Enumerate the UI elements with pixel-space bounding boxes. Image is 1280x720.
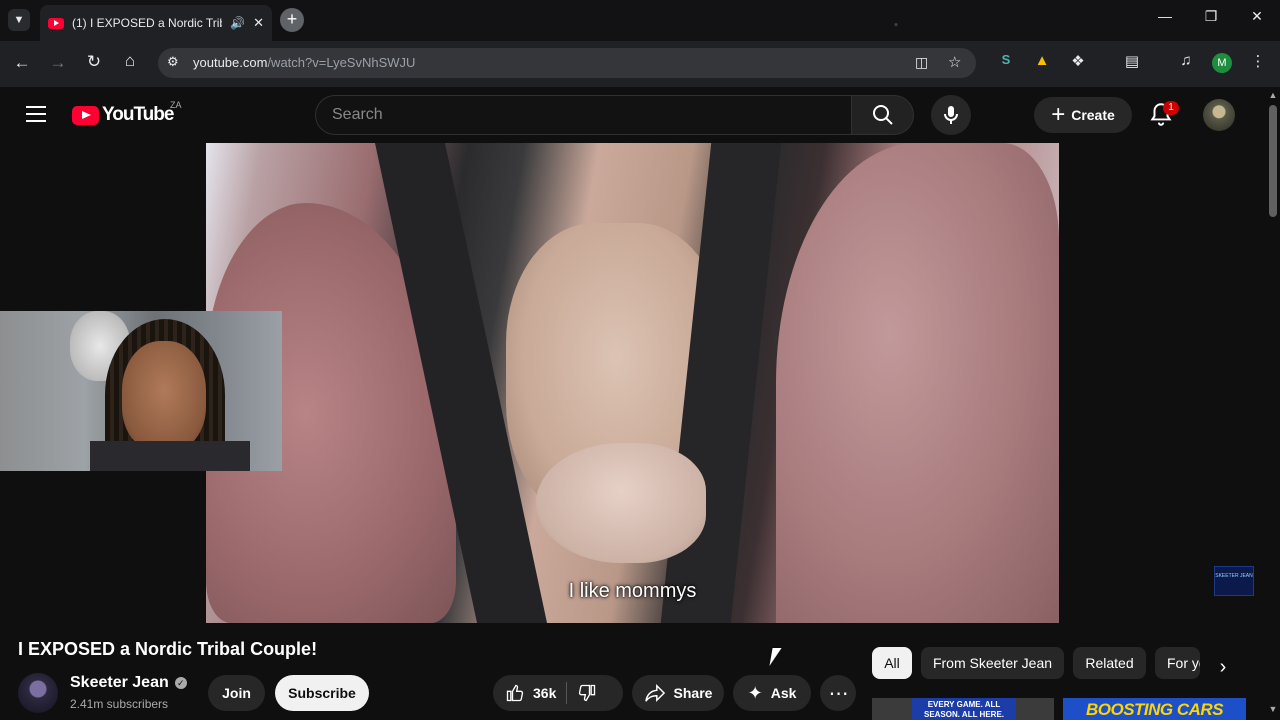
like-count: 36k bbox=[533, 685, 557, 701]
create-label: Create bbox=[1071, 107, 1115, 123]
minimize-icon[interactable]: — bbox=[1150, 8, 1180, 24]
channel-name[interactable]: Skeeter Jean bbox=[70, 674, 169, 692]
youtube-wordmark: YouTube bbox=[102, 104, 174, 125]
voice-search-button[interactable] bbox=[931, 95, 971, 135]
video-player[interactable] bbox=[206, 143, 1059, 623]
channel-avatar[interactable] bbox=[18, 673, 58, 713]
profile-avatar[interactable]: M bbox=[1212, 53, 1232, 73]
search-box[interactable] bbox=[315, 95, 852, 135]
home-icon[interactable]: ⌂ bbox=[118, 51, 142, 71]
address-bar[interactable]: ⚙ youtube.com/watch?v=LyeSvNhSWJU ◫ ☆ bbox=[158, 48, 976, 78]
video-frame-hand bbox=[536, 443, 706, 563]
account-avatar[interactable] bbox=[1203, 99, 1235, 131]
country-code: ZA bbox=[170, 100, 182, 110]
mouse-cursor bbox=[769, 648, 782, 666]
chip-related[interactable]: Related bbox=[1073, 647, 1146, 679]
chip-label: Related bbox=[1085, 655, 1134, 671]
verified-icon: ✓ bbox=[174, 677, 187, 689]
recommended-thumbnail[interactable]: EVERY GAME. ALL SEASON. ALL HERE. bbox=[872, 698, 1054, 720]
webcam-person-face bbox=[122, 341, 206, 451]
join-button[interactable]: Join bbox=[208, 675, 265, 711]
youtube-logo[interactable]: YouTube ZA bbox=[72, 100, 182, 126]
drive-icon[interactable]: ▲ bbox=[1031, 52, 1053, 69]
chip-label: All bbox=[884, 655, 900, 671]
reload-icon[interactable]: ↻ bbox=[82, 52, 106, 72]
plus-icon: + bbox=[1051, 101, 1066, 128]
scroll-up-arrow-icon[interactable]: ▲ bbox=[1267, 90, 1279, 100]
microphone-icon bbox=[944, 106, 958, 124]
thumbs-down-icon[interactable] bbox=[577, 683, 597, 703]
like-button[interactable]: 36k bbox=[505, 683, 556, 703]
forward-icon[interactable]: → bbox=[46, 53, 70, 73]
page-scrollbar[interactable] bbox=[1266, 87, 1280, 720]
install-app-icon[interactable]: ◫ bbox=[915, 54, 928, 71]
video-frame-right bbox=[776, 143, 1059, 623]
webcam-overlay bbox=[0, 311, 282, 471]
subscribe-button[interactable]: Subscribe bbox=[275, 675, 369, 711]
search-icon bbox=[873, 105, 893, 125]
url-text: youtube.com/watch?v=LyeSvNhSWJU bbox=[193, 55, 415, 70]
new-tab-button[interactable]: + bbox=[280, 8, 304, 32]
youtube-favicon-icon bbox=[48, 17, 64, 29]
chevron-right-icon[interactable]: › bbox=[1208, 652, 1238, 682]
video-caption: I like mommys bbox=[568, 580, 697, 602]
scrollbar-thumb[interactable] bbox=[1269, 105, 1277, 217]
restore-icon[interactable]: ❐ bbox=[1196, 8, 1226, 25]
url-path: /watch?v=LyeSvNhSWJU bbox=[267, 55, 416, 70]
like-dislike-group: 36k bbox=[493, 675, 623, 711]
webcam-person-shirt bbox=[90, 441, 250, 471]
menu-icon[interactable] bbox=[26, 106, 46, 122]
more-horizontal-icon: ⋯ bbox=[828, 682, 849, 705]
share-label: Share bbox=[673, 685, 713, 701]
ask-label: Ask bbox=[770, 685, 797, 701]
side-panel-icon[interactable]: ▤ bbox=[1121, 52, 1143, 70]
media-control-icon[interactable]: ♫ bbox=[1175, 52, 1197, 69]
subscriber-count: 2.41m subscribers bbox=[70, 697, 169, 711]
subscribe-label: Subscribe bbox=[288, 685, 356, 701]
url-host: youtube.com bbox=[193, 55, 268, 70]
create-button[interactable]: + Create bbox=[1034, 97, 1132, 133]
extensions-puzzle-icon[interactable]: ❖ bbox=[1067, 52, 1089, 70]
tab-title: (1) I EXPOSED a Nordic Tribal bbox=[72, 16, 223, 30]
sparkle-icon: ✦ bbox=[747, 682, 763, 703]
like-divider bbox=[566, 682, 568, 704]
channel-name-row[interactable]: Skeeter Jean ✓ bbox=[70, 674, 187, 692]
scroll-down-arrow-icon[interactable]: ▼ bbox=[1267, 704, 1279, 714]
search-input[interactable] bbox=[316, 96, 851, 134]
chip-label: For you bbox=[1167, 655, 1200, 671]
speaker-icon[interactable]: 🔊 bbox=[230, 16, 245, 30]
browser-tab-bar: ▼ (1) I EXPOSED a Nordic Tribal 🔊 ✕ + — … bbox=[0, 0, 1280, 41]
thumbnail-banner: EVERY GAME. ALL SEASON. ALL HERE. bbox=[912, 698, 1016, 720]
join-label: Join bbox=[222, 685, 251, 701]
thumbs-up-icon bbox=[506, 684, 524, 702]
chip-from-channel[interactable]: From Skeeter Jean bbox=[921, 647, 1064, 679]
close-tab-icon[interactable]: ✕ bbox=[253, 15, 264, 31]
close-window-icon[interactable]: ✕ bbox=[1242, 8, 1272, 25]
chip-all[interactable]: All bbox=[872, 647, 912, 679]
notification-badge: 1 bbox=[1163, 101, 1179, 115]
bookmark-star-icon[interactable]: ☆ bbox=[948, 53, 961, 71]
share-button[interactable]: Share bbox=[632, 675, 724, 711]
browser-menu-icon[interactable]: ⋮ bbox=[1247, 52, 1269, 70]
site-info-icon[interactable]: ⚙ bbox=[167, 54, 179, 70]
share-arrow-icon bbox=[644, 683, 665, 703]
chip-for-you[interactable]: For you bbox=[1155, 647, 1200, 679]
search-button[interactable] bbox=[851, 95, 914, 135]
tab-search-button[interactable]: ▼ bbox=[8, 9, 30, 31]
recommended-thumbnail[interactable]: BOOSTING CARS bbox=[1063, 698, 1246, 720]
ask-button[interactable]: ✦ Ask bbox=[733, 675, 811, 711]
more-actions-button[interactable]: ⋯ bbox=[820, 675, 856, 711]
extension-s-icon[interactable]: S bbox=[995, 52, 1017, 67]
chip-label: From Skeeter Jean bbox=[932, 655, 1053, 671]
back-icon[interactable]: ← bbox=[10, 53, 34, 73]
channel-watermark[interactable]: SKEETER JEAN bbox=[1214, 566, 1254, 596]
youtube-play-icon bbox=[72, 105, 99, 125]
browser-tab[interactable]: (1) I EXPOSED a Nordic Tribal 🔊 ✕ bbox=[40, 5, 272, 41]
video-title: I EXPOSED a Nordic Tribal Couple! bbox=[18, 639, 318, 659]
